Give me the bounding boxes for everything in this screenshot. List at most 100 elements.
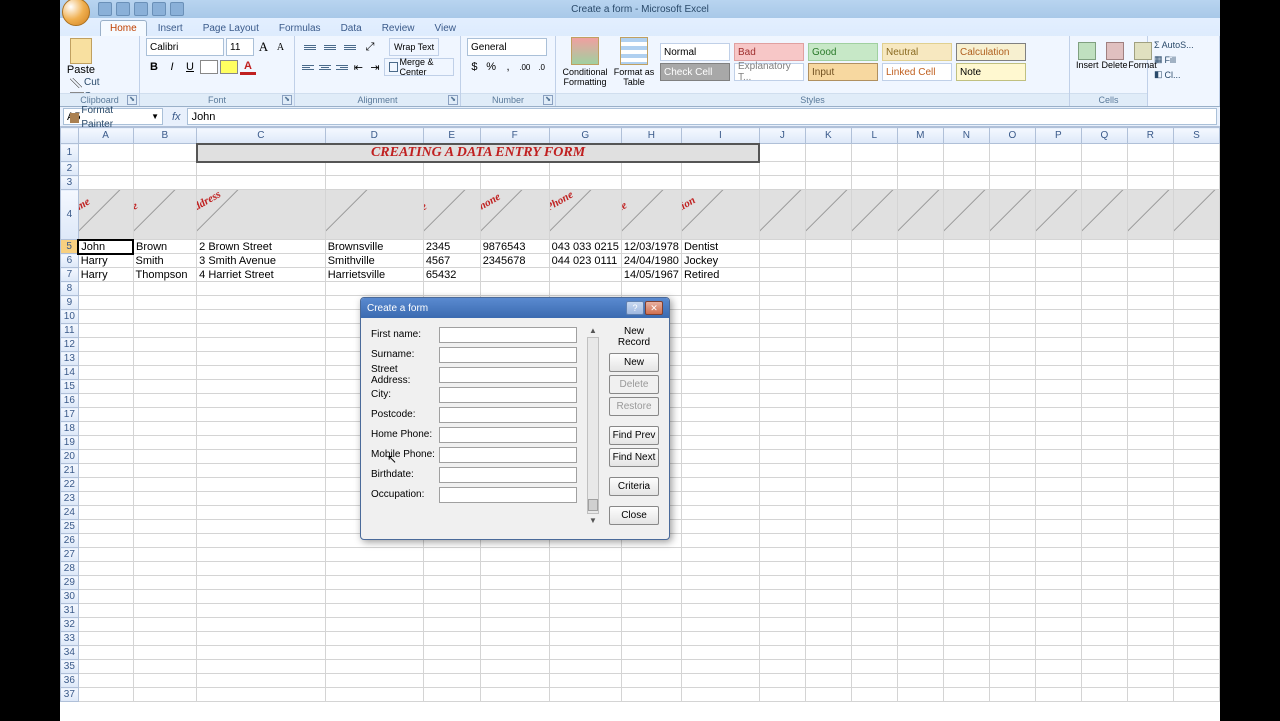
cell-N33[interactable] [943, 632, 989, 646]
new-button[interactable]: New [609, 353, 659, 372]
form-scrollbar[interactable]: ▲ ▼ [587, 326, 599, 525]
cell-R20[interactable] [1127, 450, 1173, 464]
alignment-launcher[interactable]: ⬊ [448, 95, 458, 105]
row-header-34[interactable]: 34 [61, 646, 79, 660]
cell-R35[interactable] [1127, 660, 1173, 674]
cell-P1[interactable] [1035, 144, 1081, 162]
dialog-title-bar[interactable]: Create a form ? ✕ [361, 298, 669, 318]
cell-R3[interactable] [1127, 176, 1173, 190]
cell-S3[interactable] [1173, 176, 1219, 190]
underline-button[interactable]: U [182, 58, 198, 76]
cell-L15[interactable] [851, 380, 897, 394]
align-left-icon[interactable] [301, 58, 316, 76]
row-header-31[interactable]: 31 [61, 604, 79, 618]
cell-O5[interactable] [989, 240, 1035, 254]
cell-N15[interactable] [943, 380, 989, 394]
cell-D32[interactable] [325, 618, 423, 632]
cell-A2[interactable] [78, 162, 133, 176]
cell-C28[interactable] [197, 562, 326, 576]
cell-H31[interactable] [621, 604, 681, 618]
cell-E27[interactable] [423, 548, 480, 562]
col-header-Q[interactable]: Q [1081, 128, 1127, 144]
cell-R17[interactable] [1127, 408, 1173, 422]
cell-Q27[interactable] [1081, 548, 1127, 562]
cell-F34[interactable] [480, 646, 549, 660]
row-header-1[interactable]: 1 [61, 144, 79, 162]
cell-S11[interactable] [1173, 324, 1219, 338]
cell-M37[interactable] [897, 688, 943, 702]
cell-A21[interactable] [78, 464, 133, 478]
cell-E2[interactable] [423, 162, 480, 176]
cell-N14[interactable] [943, 366, 989, 380]
cell-N35[interactable] [943, 660, 989, 674]
cell-J34[interactable] [759, 646, 805, 660]
title-cell[interactable]: CREATING A DATA ENTRY FORM [197, 144, 760, 162]
cell-H32[interactable] [621, 618, 681, 632]
cell-S1[interactable] [1173, 144, 1219, 162]
cell-P9[interactable] [1035, 296, 1081, 310]
cell-J2[interactable] [759, 162, 805, 176]
cell-I31[interactable] [681, 604, 759, 618]
cell-A28[interactable] [78, 562, 133, 576]
dialog-help-button[interactable]: ? [626, 301, 644, 315]
cell-B17[interactable] [133, 408, 197, 422]
cell-F37[interactable] [480, 688, 549, 702]
cell-G33[interactable] [549, 632, 621, 646]
cell-J3[interactable] [759, 176, 805, 190]
tab-formulas[interactable]: Formulas [270, 21, 330, 36]
cell-G7[interactable] [549, 268, 621, 282]
cell-P30[interactable] [1035, 590, 1081, 604]
row-header-9[interactable]: 9 [61, 296, 79, 310]
cell-K1[interactable] [805, 144, 851, 162]
cell-L22[interactable] [851, 478, 897, 492]
cell-P22[interactable] [1035, 478, 1081, 492]
cell-H27[interactable] [621, 548, 681, 562]
cell-F29[interactable] [480, 576, 549, 590]
cell-F28[interactable] [480, 562, 549, 576]
cell-O34[interactable] [989, 646, 1035, 660]
cell-Q13[interactable] [1081, 352, 1127, 366]
cell-Q5[interactable] [1081, 240, 1127, 254]
cell-Q31[interactable] [1081, 604, 1127, 618]
col-header-D[interactable]: D [325, 128, 423, 144]
format-as-table-button[interactable]: Format as Table [611, 37, 657, 87]
cell-S20[interactable] [1173, 450, 1219, 464]
cell-K20[interactable] [805, 450, 851, 464]
cell-S29[interactable] [1173, 576, 1219, 590]
cell-M25[interactable] [897, 520, 943, 534]
cell-K37[interactable] [805, 688, 851, 702]
clear-button[interactable]: ◧Cl... [1154, 67, 1213, 82]
cell-O30[interactable] [989, 590, 1035, 604]
font-launcher[interactable]: ⬊ [282, 95, 292, 105]
cell-G3[interactable] [549, 176, 621, 190]
cell-J10[interactable] [759, 310, 805, 324]
cell-H5[interactable]: 12/03/1978 [621, 240, 681, 254]
cell-P4[interactable] [1035, 190, 1081, 240]
cell-I21[interactable] [681, 464, 759, 478]
cell-J13[interactable] [759, 352, 805, 366]
style-bad[interactable]: Bad [734, 43, 804, 61]
cell-J32[interactable] [759, 618, 805, 632]
cell-H7[interactable]: 14/05/1967 [621, 268, 681, 282]
cell-D29[interactable] [325, 576, 423, 590]
cell-M31[interactable] [897, 604, 943, 618]
cell-A17[interactable] [78, 408, 133, 422]
cell-Q22[interactable] [1081, 478, 1127, 492]
cell-A25[interactable] [78, 520, 133, 534]
cell-Q21[interactable] [1081, 464, 1127, 478]
cell-L19[interactable] [851, 436, 897, 450]
cell-E5[interactable]: 2345 [423, 240, 480, 254]
cell-C16[interactable] [197, 394, 326, 408]
cell-N9[interactable] [943, 296, 989, 310]
cell-M24[interactable] [897, 506, 943, 520]
cell-I2[interactable] [681, 162, 759, 176]
cell-I26[interactable] [681, 534, 759, 548]
cell-P10[interactable] [1035, 310, 1081, 324]
cell-R1[interactable] [1127, 144, 1173, 162]
scroll-down-icon[interactable]: ▼ [589, 516, 597, 525]
cell-L36[interactable] [851, 674, 897, 688]
row-header-35[interactable]: 35 [61, 660, 79, 674]
decrease-decimal-icon[interactable]: .0 [534, 58, 549, 76]
cell-I14[interactable] [681, 366, 759, 380]
row-header-10[interactable]: 10 [61, 310, 79, 324]
